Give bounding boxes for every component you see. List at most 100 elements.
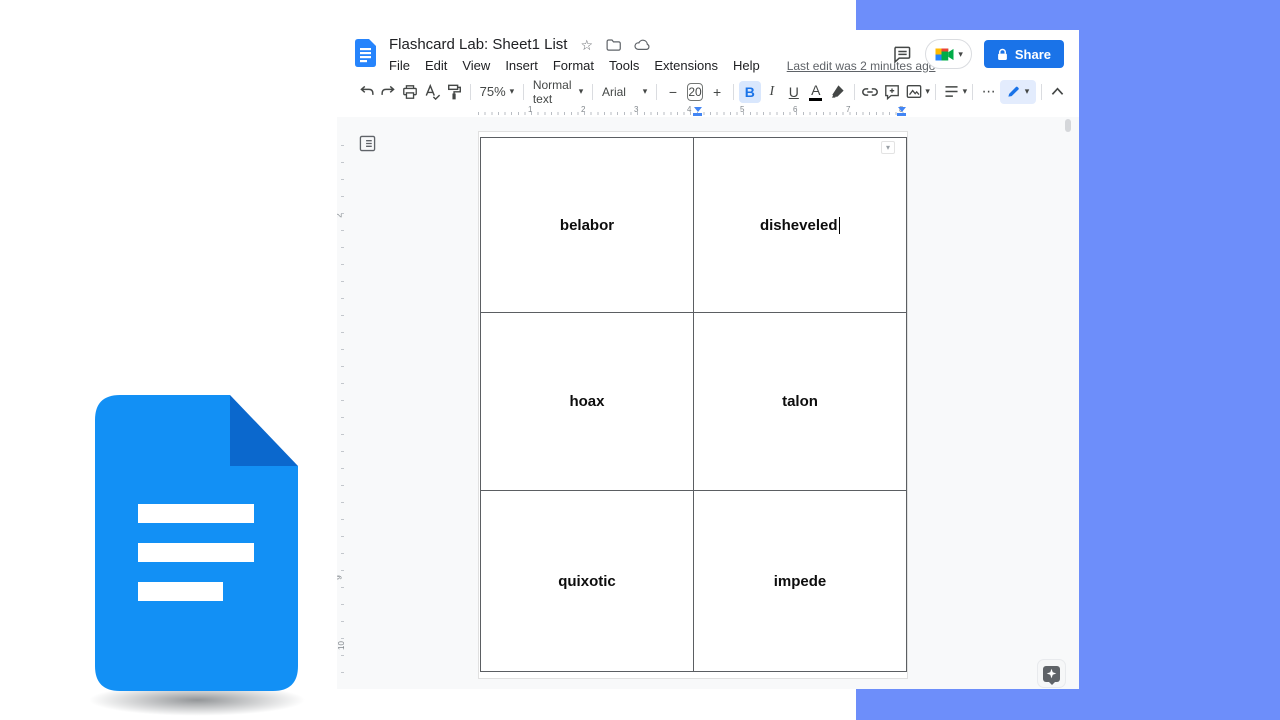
docs-window: Flashcard Lab: Sheet1 List ☆ File Edit V… bbox=[337, 30, 1079, 689]
menu-insert[interactable]: Insert bbox=[505, 58, 538, 73]
text-cursor bbox=[839, 217, 841, 234]
explore-icon bbox=[1043, 666, 1060, 682]
meet-icon bbox=[934, 46, 955, 63]
table-menu-button[interactable]: ▾ bbox=[881, 141, 895, 154]
menu-extensions[interactable]: Extensions bbox=[654, 58, 718, 73]
meet-caret-icon: ▾ bbox=[958, 50, 963, 59]
screen: Flashcard Lab: Sheet1 List ☆ File Edit V… bbox=[0, 0, 1280, 720]
flashcard-table: belabor disheveled hoax talon quixotic i… bbox=[480, 137, 907, 672]
spellcheck-button[interactable] bbox=[421, 81, 443, 103]
vertical-ruler-number: 2 bbox=[337, 213, 344, 217]
font-size-input[interactable]: 20 bbox=[687, 83, 703, 101]
flashcard-word: hoax bbox=[569, 393, 604, 410]
text-color-bar bbox=[809, 98, 822, 101]
titlebar: Flashcard Lab: Sheet1 List ☆ File Edit V… bbox=[337, 30, 1079, 78]
decrease-font-size-button[interactable]: − bbox=[662, 81, 684, 103]
left-indent-marker[interactable] bbox=[693, 107, 702, 116]
print-button[interactable] bbox=[399, 81, 421, 103]
docs-app-icon[interactable] bbox=[355, 39, 376, 72]
ruler-number: 5 bbox=[740, 105, 744, 114]
text-color-button[interactable]: A bbox=[805, 81, 827, 103]
document-outline-button[interactable] bbox=[358, 134, 377, 153]
menu-help[interactable]: Help bbox=[733, 58, 760, 73]
horizontal-ruler: 1 2 3 4 5 6 7 8 bbox=[337, 105, 1079, 117]
insert-image-button[interactable] bbox=[903, 81, 925, 103]
bold-button[interactable]: B bbox=[739, 81, 761, 103]
redo-button[interactable] bbox=[377, 81, 399, 103]
zoom-caret-icon: ▾ bbox=[510, 87, 515, 96]
ruler-scale: 1 2 3 4 5 6 7 8 bbox=[478, 105, 908, 117]
hide-menus-button[interactable] bbox=[1047, 81, 1069, 103]
align-button[interactable] bbox=[941, 81, 963, 103]
flashcard-word: quixotic bbox=[558, 573, 616, 590]
vertical-scrollbar-thumb[interactable] bbox=[1065, 119, 1071, 132]
menu-view[interactable]: View bbox=[462, 58, 490, 73]
flashcard-cell[interactable]: hoax bbox=[481, 313, 694, 491]
font-caret-icon: ▾ bbox=[643, 87, 648, 96]
toolbar-divider bbox=[854, 84, 855, 100]
titlebar-actions: ▾ Share bbox=[892, 39, 1064, 69]
toolbar: 75% ▾ Normal text ▾ Arial ▾ − 20 + B I U… bbox=[337, 78, 1079, 105]
image-caret-icon[interactable]: ▾ bbox=[925, 87, 930, 96]
flashcard-cell[interactable]: impede bbox=[694, 491, 906, 671]
underline-button[interactable]: U bbox=[783, 81, 805, 103]
text-color-glyph: A bbox=[811, 83, 820, 97]
flashcard-word: impede bbox=[774, 573, 827, 590]
ruler-number: 1 bbox=[528, 105, 532, 114]
style-caret-icon: ▾ bbox=[579, 87, 584, 96]
toolbar-divider bbox=[592, 84, 593, 100]
explore-button[interactable] bbox=[1037, 659, 1066, 688]
document-canvas: 2 9 10 belabor disheveled hoax talon qui… bbox=[337, 117, 1079, 689]
right-indent-marker[interactable] bbox=[897, 107, 906, 116]
meet-button[interactable]: ▾ bbox=[925, 39, 972, 69]
ruler-number: 4 bbox=[687, 105, 691, 114]
document-page[interactable]: belabor disheveled hoax talon quixotic i… bbox=[478, 131, 908, 679]
move-folder-icon[interactable] bbox=[606, 38, 621, 51]
flashcard-cell[interactable]: belabor bbox=[481, 138, 694, 313]
share-label: Share bbox=[1015, 47, 1051, 62]
undo-button[interactable] bbox=[355, 81, 377, 103]
more-options-button[interactable]: ⋯ bbox=[978, 81, 1000, 103]
flashcard-word: belabor bbox=[560, 217, 614, 234]
ruler-number: 7 bbox=[846, 105, 850, 114]
insert-link-button[interactable] bbox=[859, 81, 881, 103]
style-value: Normal text bbox=[533, 78, 575, 106]
paint-format-button[interactable] bbox=[443, 81, 465, 103]
zoom-value: 75% bbox=[480, 84, 506, 99]
docs-logo-graphic bbox=[95, 395, 298, 691]
paragraph-style-select[interactable]: Normal text ▾ bbox=[529, 81, 587, 103]
menu-format[interactable]: Format bbox=[553, 58, 594, 73]
editing-mode-button[interactable]: ▾ bbox=[1000, 80, 1037, 104]
document-title[interactable]: Flashcard Lab: Sheet1 List bbox=[389, 36, 567, 53]
flashcard-cell[interactable]: talon bbox=[694, 313, 906, 491]
toolbar-divider bbox=[523, 84, 524, 100]
google-docs-logo bbox=[95, 395, 298, 691]
highlight-color-button[interactable] bbox=[827, 81, 849, 103]
ruler-number: 6 bbox=[793, 105, 797, 114]
flashcard-word: disheveled bbox=[760, 217, 838, 234]
comment-history-icon[interactable] bbox=[892, 44, 913, 64]
menu-tools[interactable]: Tools bbox=[609, 58, 639, 73]
mode-caret-icon: ▾ bbox=[1025, 87, 1030, 96]
vertical-ruler-number: 10 bbox=[337, 641, 346, 650]
menu-file[interactable]: File bbox=[389, 58, 410, 73]
ruler-number: 2 bbox=[581, 105, 585, 114]
increase-font-size-button[interactable]: + bbox=[706, 81, 728, 103]
toolbar-divider bbox=[470, 84, 471, 100]
flashcard-cell[interactable]: quixotic bbox=[481, 491, 694, 671]
flashcard-cell[interactable]: disheveled bbox=[694, 138, 906, 313]
vertical-ruler bbox=[341, 145, 344, 679]
pencil-icon bbox=[1007, 85, 1020, 98]
zoom-select[interactable]: 75% ▾ bbox=[476, 81, 519, 103]
share-button[interactable]: Share bbox=[984, 40, 1064, 68]
align-caret-icon[interactable]: ▾ bbox=[963, 87, 968, 96]
menu-edit[interactable]: Edit bbox=[425, 58, 447, 73]
font-select[interactable]: Arial ▾ bbox=[598, 81, 651, 103]
toolbar-divider bbox=[656, 84, 657, 100]
cloud-status-icon[interactable] bbox=[634, 39, 650, 51]
star-icon[interactable]: ☆ bbox=[580, 38, 593, 52]
add-comment-button[interactable] bbox=[881, 81, 903, 103]
menu-bar: File Edit View Insert Format Tools Exten… bbox=[389, 58, 935, 73]
italic-button[interactable]: I bbox=[761, 81, 783, 103]
font-value: Arial bbox=[602, 85, 626, 99]
